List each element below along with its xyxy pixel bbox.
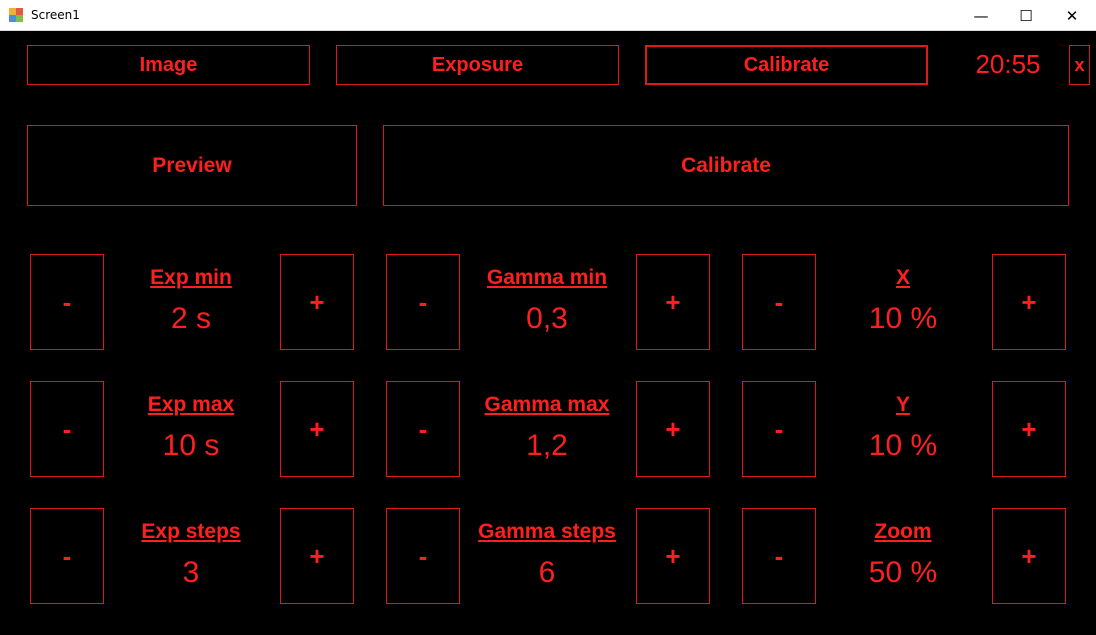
gamma-max-increment-button[interactable]: + (636, 381, 710, 477)
calibrate-button[interactable]: Calibrate (383, 125, 1069, 206)
exp-min-label[interactable]: Exp min (103, 263, 279, 293)
app-window-icon (9, 8, 23, 22)
tab-calibrate[interactable]: Calibrate (645, 45, 928, 85)
zoom-decrement-button[interactable]: - (742, 508, 816, 604)
exp-min-value: 2 s (170, 302, 212, 335)
preview-button[interactable]: Preview (27, 125, 357, 206)
gamma-min-decrement-button[interactable]: - (386, 254, 460, 350)
x-increment-button[interactable]: + (992, 254, 1066, 350)
clock-display: 20:55 (975, 49, 1041, 79)
maximize-icon[interactable]: ☐ (1003, 0, 1049, 31)
zoom-label[interactable]: Zoom (815, 517, 991, 547)
gamma-max-value: 1,2 (526, 429, 568, 462)
gamma-steps-value: 6 (538, 556, 556, 589)
x-value: 10 % (868, 302, 938, 335)
y-value: 10 % (868, 429, 938, 462)
tab-exposure[interactable]: Exposure (336, 45, 619, 85)
exp-steps-value: 3 (182, 556, 200, 589)
gamma-steps-group: Gamma steps 6 (459, 517, 635, 595)
gamma-min-label[interactable]: Gamma min (459, 263, 635, 293)
gamma-min-value: 0,3 (526, 302, 568, 335)
y-increment-button[interactable]: + (992, 381, 1066, 477)
exp-steps-label[interactable]: Exp steps (103, 517, 279, 547)
zoom-value: 50 % (868, 556, 938, 589)
exp-max-group: Exp max 10 s (103, 390, 279, 468)
x-label[interactable]: X (815, 263, 991, 293)
exp-steps-decrement-button[interactable]: - (30, 508, 104, 604)
x-group: X 10 % (815, 263, 991, 341)
zoom-increment-button[interactable]: + (992, 508, 1066, 604)
gamma-steps-increment-button[interactable]: + (636, 508, 710, 604)
window-title: Screen1 (31, 8, 80, 22)
app-close-button[interactable]: x (1069, 45, 1090, 85)
window-titlebar: Screen1 — ☐ ✕ (0, 0, 1096, 31)
exp-max-label[interactable]: Exp max (103, 390, 279, 420)
gamma-max-decrement-button[interactable]: - (386, 381, 460, 477)
gamma-steps-decrement-button[interactable]: - (386, 508, 460, 604)
gamma-min-group: Gamma min 0,3 (459, 263, 635, 341)
exp-max-decrement-button[interactable]: - (30, 381, 104, 477)
y-decrement-button[interactable]: - (742, 381, 816, 477)
tab-image[interactable]: Image (27, 45, 310, 85)
exp-min-group: Exp min 2 s (103, 263, 279, 341)
exp-min-decrement-button[interactable]: - (30, 254, 104, 350)
gamma-min-increment-button[interactable]: + (636, 254, 710, 350)
exp-max-increment-button[interactable]: + (280, 381, 354, 477)
exp-steps-increment-button[interactable]: + (280, 508, 354, 604)
gamma-max-group: Gamma max 1,2 (459, 390, 635, 468)
minimize-icon[interactable]: — (958, 0, 1004, 31)
exp-min-increment-button[interactable]: + (280, 254, 354, 350)
zoom-group: Zoom 50 % (815, 517, 991, 595)
y-group: Y 10 % (815, 390, 991, 468)
exp-max-value: 10 s (162, 429, 220, 462)
gamma-max-label[interactable]: Gamma max (459, 390, 635, 420)
x-decrement-button[interactable]: - (742, 254, 816, 350)
gamma-steps-label[interactable]: Gamma steps (459, 517, 635, 547)
exp-steps-group: Exp steps 3 (103, 517, 279, 595)
y-label[interactable]: Y (815, 390, 991, 420)
close-icon[interactable]: ✕ (1049, 0, 1095, 31)
